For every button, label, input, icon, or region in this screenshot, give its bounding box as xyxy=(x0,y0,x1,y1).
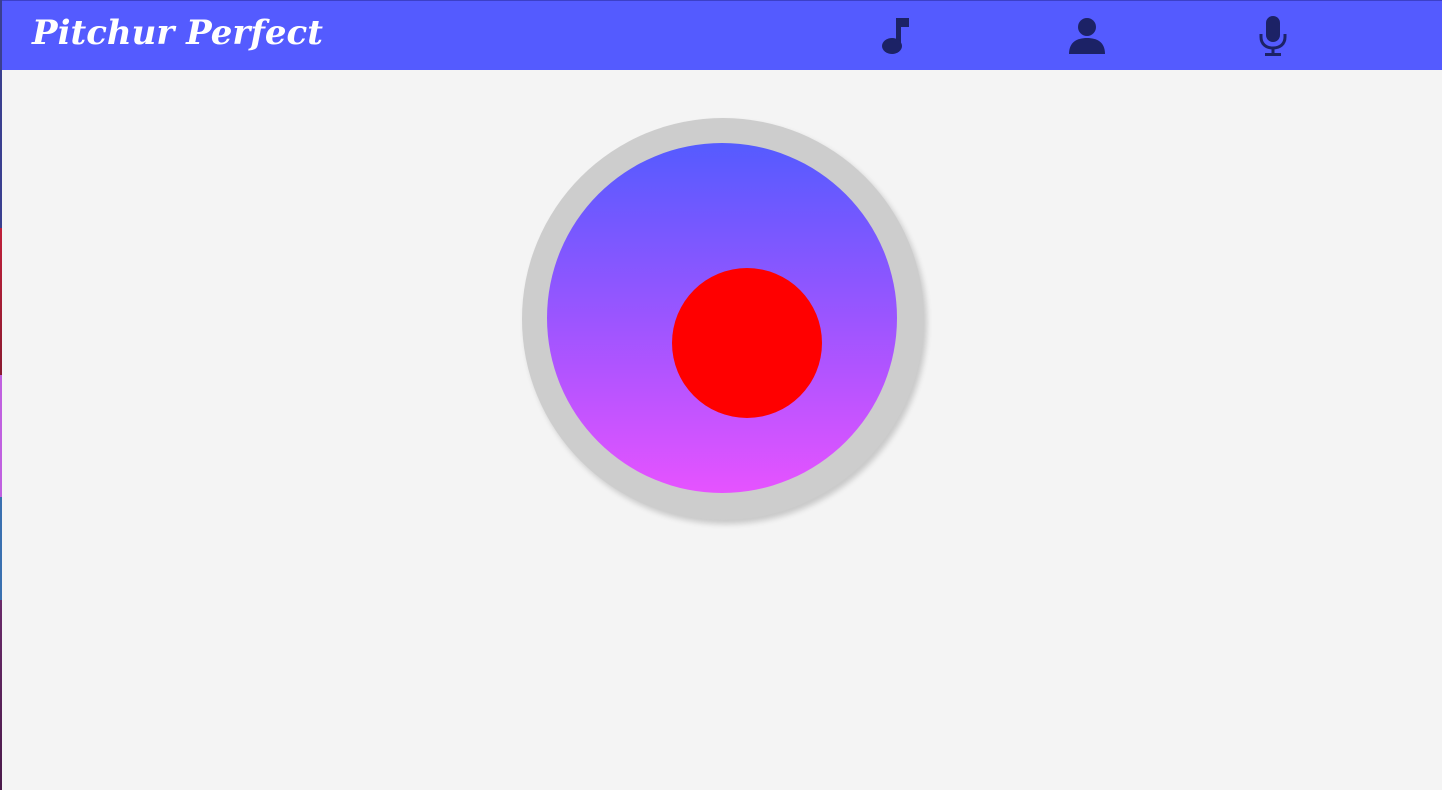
record-button-gradient xyxy=(547,143,897,493)
app-title: Pitchur Perfect xyxy=(32,13,323,53)
user-icon[interactable] xyxy=(1067,14,1107,58)
record-dot-icon xyxy=(672,268,822,418)
record-button[interactable] xyxy=(522,118,924,520)
main-content xyxy=(2,70,1442,790)
microphone-icon[interactable] xyxy=(1253,14,1293,58)
music-note-icon[interactable] xyxy=(876,14,916,58)
window-edge-strip xyxy=(0,0,2,790)
top-navbar: Pitchur Perfect xyxy=(2,0,1442,70)
